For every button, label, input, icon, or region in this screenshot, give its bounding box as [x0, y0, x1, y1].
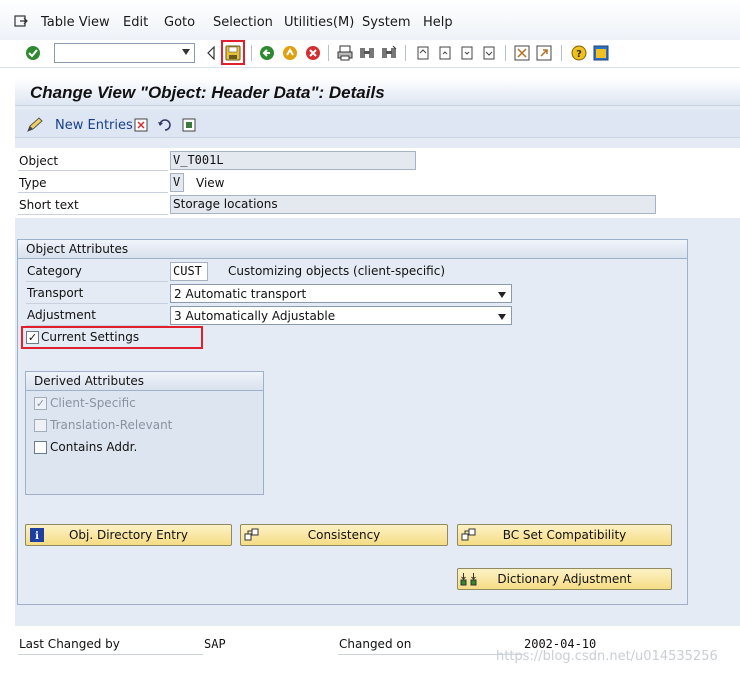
adjustment-value: 3 Automatically Adjustable: [174, 309, 336, 323]
layout-icon[interactable]: [592, 44, 610, 62]
chevron-down-icon[interactable]: [498, 292, 506, 298]
menu-goto[interactable]: Goto: [164, 15, 195, 30]
delete-icon[interactable]: [133, 117, 149, 133]
svg-text:?: ?: [576, 49, 582, 60]
contains-addr-checkbox[interactable]: [34, 441, 47, 454]
row-divider: [18, 192, 168, 193]
type-label: Type: [19, 176, 47, 190]
adjustment-label: Adjustment: [27, 308, 96, 322]
back-icon[interactable]: [258, 44, 276, 62]
find-next-icon[interactable]: [380, 44, 398, 62]
translation-relevant-checkbox: [34, 419, 47, 432]
category-text: Customizing objects (client-specific): [228, 264, 446, 278]
derived-attributes-group: Derived Attributes: [25, 371, 264, 495]
toolbar-separator: [561, 45, 562, 61]
contains-addr-label[interactable]: Contains Addr.: [50, 440, 137, 454]
adjustment-dropdown[interactable]: 3 Automatically Adjustable: [170, 306, 512, 325]
svg-text:i: i: [35, 531, 39, 542]
transport-label: Transport: [27, 286, 84, 300]
new-entries-button[interactable]: New Entries: [55, 118, 133, 133]
pencil-icon[interactable]: [26, 117, 44, 133]
toolbar-separator: [251, 45, 252, 61]
menu-table-view[interactable]: Table View: [41, 15, 110, 30]
object-field: V_T001L: [170, 151, 416, 170]
translation-relevant-label: Translation-Relevant: [50, 418, 173, 432]
obj-directory-entry-label: Obj. Directory Entry: [68, 528, 189, 542]
dictionary-adjustment-button[interactable]: Dictionary Adjustment: [457, 568, 672, 590]
info-icon: i: [26, 525, 48, 545]
bc-set-compatibility-label: BC Set Compatibility: [502, 528, 627, 542]
category-field[interactable]: CUST: [170, 262, 208, 281]
last-page-icon[interactable]: [480, 44, 498, 62]
toolbar-separator: [328, 45, 329, 61]
derived-attributes-title: Derived Attributes: [26, 372, 263, 391]
first-page-icon[interactable]: [414, 44, 432, 62]
exit-icon[interactable]: [281, 44, 299, 62]
short-text-field: Storage locations: [170, 195, 656, 214]
exit-menu-icon[interactable]: [14, 14, 28, 28]
shortcut-icon[interactable]: [535, 44, 553, 62]
row-divider: [18, 170, 168, 171]
toolbar-separator: [405, 45, 406, 61]
row-divider: [26, 303, 168, 304]
toolbar-separator: [505, 45, 506, 61]
row-divider: [18, 654, 203, 655]
print-icon[interactable]: [336, 44, 354, 62]
watermark: https://blog.csdn.net/u014535256: [496, 649, 718, 664]
current-settings-label[interactable]: Current Settings: [41, 330, 139, 344]
help-icon[interactable]: ?: [570, 44, 588, 62]
previous-page-icon[interactable]: [436, 44, 454, 62]
consistency-button[interactable]: Consistency: [240, 524, 448, 546]
next-page-icon[interactable]: [458, 44, 476, 62]
client-specific-label: Client-Specific: [50, 396, 136, 410]
current-settings-checkbox[interactable]: ✓: [26, 331, 39, 344]
last-changed-by-label: Last Changed by: [19, 637, 120, 651]
bc-set-compatibility-button[interactable]: BC Set Compatibility: [457, 524, 672, 546]
menu-system[interactable]: System: [362, 15, 410, 30]
chevron-down-icon[interactable]: [182, 49, 190, 55]
transport-dropdown[interactable]: 2 Automatic transport: [170, 284, 512, 303]
menu-edit[interactable]: Edit: [123, 15, 148, 30]
triangle-left-icon[interactable]: [202, 44, 220, 62]
page-title: Change View "Object: Header Data": Detai…: [30, 83, 385, 102]
client-specific-checkbox: ✓: [34, 397, 47, 410]
transport-value: 2 Automatic transport: [174, 287, 307, 301]
select-all-icon[interactable]: [181, 117, 197, 133]
command-field[interactable]: [54, 43, 195, 63]
adjust-arrows-icon: [458, 569, 480, 589]
consistency-label: Consistency: [307, 528, 381, 542]
find-icon[interactable]: [358, 44, 376, 62]
hierarchy-icon: [241, 525, 263, 545]
last-changed-by-value: SAP: [204, 637, 226, 651]
dictionary-adjustment-label: Dictionary Adjustment: [497, 572, 632, 586]
undo-icon[interactable]: [157, 117, 173, 133]
obj-directory-entry-button[interactable]: i Obj. Directory Entry: [25, 524, 232, 546]
changed-on-label: Changed on: [339, 637, 412, 651]
row-divider: [26, 281, 168, 282]
object-label: Object: [19, 154, 59, 168]
cancel-icon[interactable]: [304, 44, 322, 62]
save-highlight-box: [221, 40, 245, 65]
row-divider: [18, 214, 168, 215]
green-check-icon[interactable]: [24, 44, 42, 62]
category-label: Category: [27, 264, 82, 278]
new-session-icon[interactable]: [513, 44, 531, 62]
hierarchy-icon: [458, 525, 480, 545]
menu-utilities[interactable]: Utilities(M): [284, 15, 354, 30]
chevron-down-icon[interactable]: [498, 314, 506, 320]
menu-selection[interactable]: Selection: [213, 15, 273, 30]
menu-help[interactable]: Help: [423, 15, 453, 30]
short-text-label: Short text: [19, 198, 79, 212]
type-field: V: [170, 173, 184, 192]
type-text: View: [196, 176, 225, 190]
object-attributes-title: Object Attributes: [18, 240, 687, 259]
